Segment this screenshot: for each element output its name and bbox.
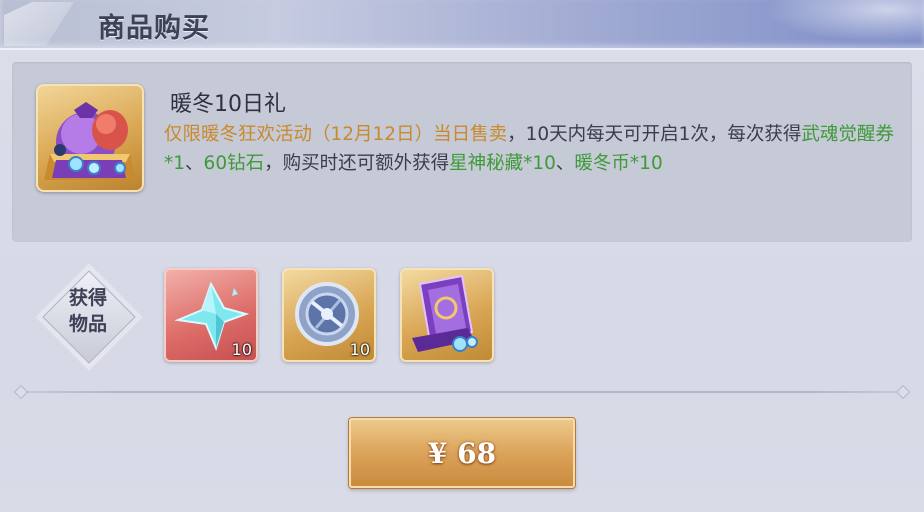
reward-item-treasure-scroll[interactable] — [400, 268, 494, 362]
reward-count: 10 — [349, 340, 370, 359]
desc-text: ，10天内每天可开启1次，每次获得 — [507, 124, 802, 145]
desc-item-winter-coin: 暖冬币*10 — [574, 153, 663, 174]
divider-end-ornament — [13, 384, 29, 400]
gift-package-icon[interactable] — [36, 84, 144, 192]
gift-package-graphic — [44, 102, 136, 180]
package-description: 仅限暖冬狂欢活动（12月12日）当日售卖，10天内每天可开启1次，每次获得武魂觉… — [164, 120, 894, 178]
dialog-header: 商品购买 — [0, 0, 924, 50]
header-ornament-right — [744, 0, 924, 48]
desc-item-star-treasure: 星神秘藏*10 — [449, 153, 556, 174]
desc-separator: 、 — [555, 153, 575, 174]
reward-item-awakening-ticket[interactable]: 10 — [282, 268, 376, 362]
header-ornament-left — [4, 2, 74, 46]
purchase-price-label: ¥ 68 — [427, 436, 497, 470]
desc-limit-note: 仅限暖冬狂欢活动（12月12日）当日售卖 — [164, 124, 508, 145]
rewards-label: 获得物品 — [40, 285, 136, 337]
dialog-title: 商品购买 — [98, 13, 210, 44]
rewards-label-badge: 获得物品 — [40, 268, 136, 364]
section-divider — [13, 384, 911, 400]
desc-item-diamonds: 60钻石 — [203, 153, 265, 174]
reward-item-crystal[interactable]: 10 — [164, 268, 258, 362]
desc-separator: 、 — [185, 153, 204, 174]
divider-end-ornament — [895, 384, 911, 400]
package-info-panel: 暖冬10日礼 仅限暖冬狂欢活动（12月12日）当日售卖，10天内每天可开启1次，… — [12, 62, 912, 242]
reward-count: 10 — [231, 340, 252, 359]
rewards-label-text: 获得物品 — [68, 287, 107, 335]
purchase-button[interactable]: ¥ 68 — [349, 418, 575, 488]
desc-text: ，购买时还可额外获得 — [264, 153, 450, 174]
package-title: 暖冬10日礼 — [170, 92, 286, 117]
treasure-scroll-icon — [412, 274, 478, 352]
